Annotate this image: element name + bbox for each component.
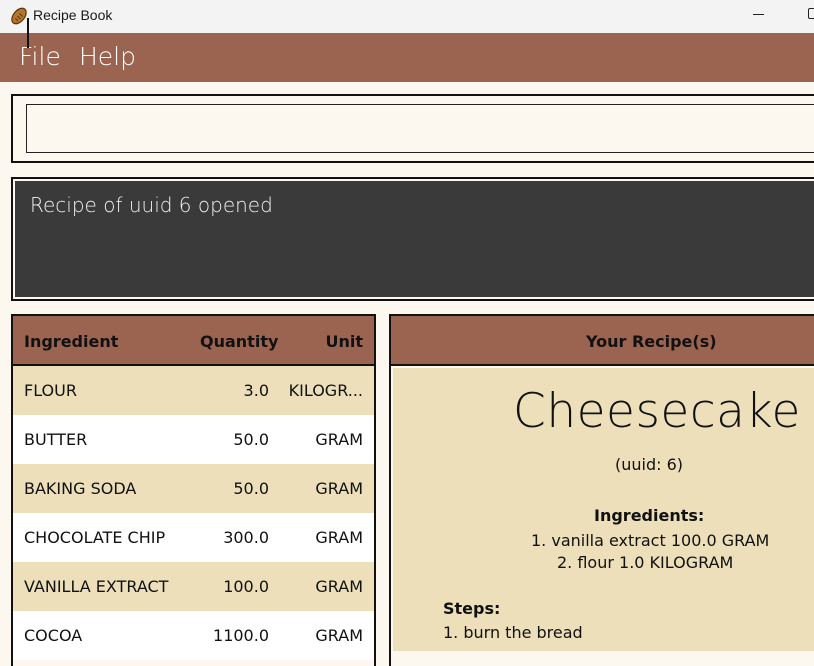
recipe-ingredient-item: 1. vanilla extract 100.0 GRAM bbox=[531, 531, 770, 550]
maximize-button[interactable] bbox=[808, 8, 814, 19]
table-row[interactable]: VANILLA EXTRACT 100.0 GRAM bbox=[13, 562, 374, 611]
menu-help[interactable]: Help bbox=[79, 42, 136, 71]
ingredient-table-header: Ingredient Quantity Unit bbox=[13, 316, 374, 366]
result-display-area[interactable]: Recipe of uuid 6 opened bbox=[15, 181, 814, 297]
ingredients-heading: Ingredients: bbox=[594, 506, 705, 525]
ingredient-quantity: 50.0 bbox=[233, 479, 269, 498]
ingredient-name: VANILLA EXTRACT bbox=[24, 577, 169, 596]
minimize-button[interactable] bbox=[752, 6, 766, 24]
ingredient-table: Ingredient Quantity Unit FLOUR 3.0 KILOG… bbox=[11, 314, 376, 666]
ingredient-quantity: 3.0 bbox=[243, 381, 269, 400]
recipe-ingredient-item: 2. flour 1.0 KILOGRAM bbox=[557, 553, 734, 572]
result-display: Recipe of uuid 6 opened bbox=[11, 177, 814, 301]
menu-file[interactable]: File bbox=[19, 42, 61, 71]
recipe-name: Cheesecake bbox=[513, 384, 801, 439]
command-box bbox=[11, 94, 814, 163]
title-bar: Recipe Book bbox=[0, 0, 814, 33]
ingredient-quantity: 50.0 bbox=[233, 430, 269, 449]
ingredient-name: CHOCOLATE CHIP bbox=[24, 528, 166, 547]
column-header-quantity[interactable]: Quantity bbox=[200, 332, 278, 351]
ingredient-unit: KILOGR... bbox=[288, 381, 363, 400]
text-caret bbox=[27, 18, 29, 48]
ingredient-unit: GRAM bbox=[315, 430, 363, 449]
ingredient-unit: GRAM bbox=[315, 479, 363, 498]
recipe-uuid: (uuid: 6) bbox=[615, 455, 684, 474]
window-title: Recipe Book bbox=[33, 7, 113, 23]
ingredient-name: FLOUR bbox=[24, 381, 77, 400]
table-row[interactable]: CHOCOLATE CHIP 300.0 GRAM bbox=[13, 513, 374, 562]
recipe-panel: Your Recipe(s) Cheesecake (uuid: 6) Ingr… bbox=[389, 314, 814, 666]
recipe-step-item: 1. burn the bread bbox=[443, 623, 583, 642]
ingredient-quantity: 1100.0 bbox=[213, 626, 269, 645]
column-header-ingredient[interactable]: Ingredient bbox=[24, 332, 118, 351]
result-message: Recipe of uuid 6 opened bbox=[30, 193, 273, 217]
recipe-card[interactable]: Cheesecake (uuid: 6) Ingredients: 1. van… bbox=[393, 368, 814, 651]
column-header-unit[interactable]: Unit bbox=[325, 332, 363, 351]
ingredient-unit: GRAM bbox=[315, 577, 363, 596]
table-row[interactable]: BAKING SODA 50.0 GRAM bbox=[13, 464, 374, 513]
ingredient-quantity: 100.0 bbox=[223, 577, 269, 596]
ingredient-unit: GRAM bbox=[315, 528, 363, 547]
menu-bar: File Help bbox=[0, 33, 814, 82]
recipe-panel-header: Your Recipe(s) bbox=[391, 316, 814, 366]
ingredient-name: COCOA bbox=[24, 626, 83, 645]
ingredient-name: BAKING SODA bbox=[24, 479, 137, 498]
ingredient-unit: GRAM bbox=[315, 626, 363, 645]
table-row[interactable]: COCOA 1100.0 GRAM bbox=[13, 611, 374, 660]
ingredient-name: BUTTER bbox=[24, 430, 88, 449]
steps-heading: Steps: bbox=[443, 599, 501, 618]
ingredient-quantity: 300.0 bbox=[223, 528, 269, 547]
table-row[interactable]: BUTTER 50.0 GRAM bbox=[13, 415, 374, 464]
table-row[interactable]: FLOUR 3.0 KILOGR... bbox=[13, 366, 374, 415]
command-input[interactable] bbox=[26, 104, 814, 153]
recipe-panel-title: Your Recipe(s) bbox=[586, 332, 717, 351]
bread-loaf-icon bbox=[11, 7, 27, 25]
